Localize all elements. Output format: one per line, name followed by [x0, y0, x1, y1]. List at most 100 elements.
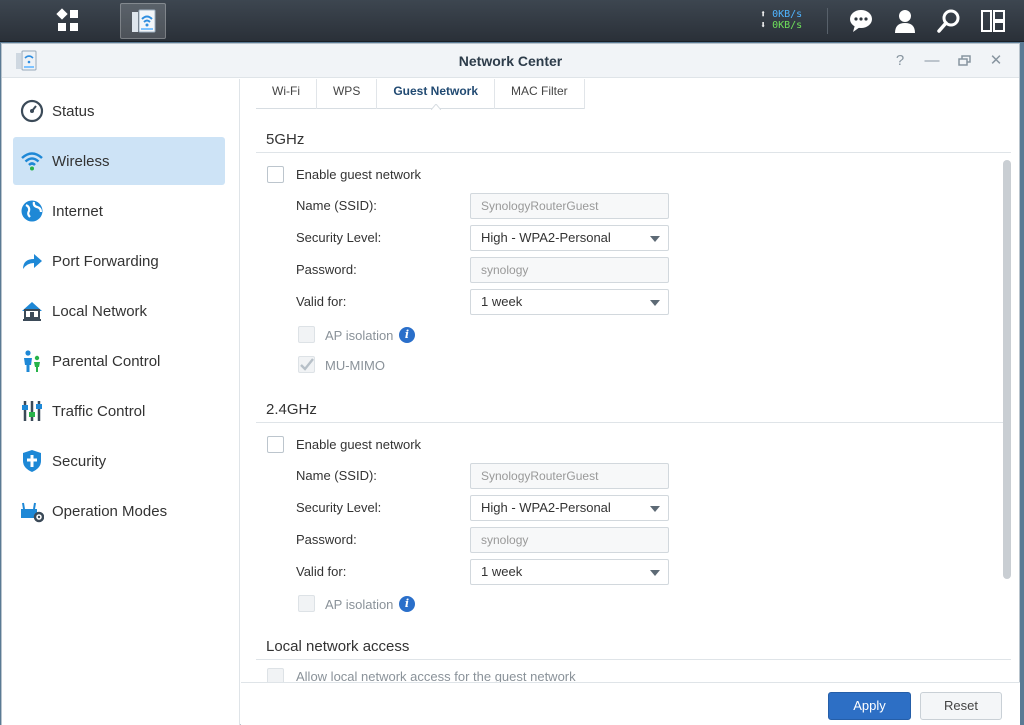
ssid-5ghz-input[interactable]: SynologyRouterGuest — [470, 193, 669, 219]
restore-button[interactable] — [955, 52, 973, 70]
network-center-taskbar-button[interactable] — [120, 3, 166, 39]
sidebar-item-wireless[interactable]: Wireless — [13, 137, 225, 185]
password-2-4ghz-input[interactable]: synology — [470, 527, 669, 553]
security-level-2-4ghz-label: Security Level: — [296, 500, 382, 515]
main-panel: Wi-Fi WPS Guest Network MAC Filter 5GHz … — [241, 79, 1020, 725]
upload-speed: 0KB/s — [772, 9, 803, 20]
home-network-icon — [20, 299, 44, 323]
mu-mimo-label: MU-MIMO — [325, 358, 385, 373]
enable-guest-network-2-4ghz-checkbox[interactable] — [267, 436, 284, 453]
footer-bar: Apply Reset — [241, 682, 1020, 725]
ap-isolation-5ghz-checkbox[interactable] — [298, 326, 315, 343]
sidebar-item-label: Wireless — [52, 152, 110, 170]
sidebar-item-label: Security — [52, 452, 107, 470]
valid-for-5ghz-select[interactable]: 1 week — [470, 289, 669, 315]
minimize-button[interactable]: — — [923, 52, 941, 70]
main-menu-button[interactable] — [41, 3, 95, 39]
ap-isolation-2-4ghz-info-icon[interactable]: i — [399, 596, 415, 612]
network-center-app-icon — [132, 9, 156, 33]
allow-local-access-checkbox[interactable] — [267, 668, 284, 682]
taskbar: ⬆ 0KB/s ⬇ 0KB/s — [0, 0, 1024, 42]
download-speed: 0KB/s — [772, 20, 803, 31]
sidebar-item-label: Traffic Control — [52, 402, 146, 420]
section-title-local-network-access: Local network access — [266, 638, 410, 655]
clipped-row: Allow local network access for the guest… — [256, 660, 1011, 682]
chat-icon — [850, 10, 872, 32]
network-speed-indicator: ⬆ 0KB/s ⬇ 0KB/s — [760, 9, 803, 31]
sidebar-item-traffic-control[interactable]: Traffic Control — [13, 387, 225, 435]
enable-guest-network-5ghz-checkbox[interactable] — [267, 166, 284, 183]
help-button[interactable]: ? — [891, 52, 909, 70]
shield-icon — [20, 449, 44, 473]
widgets-button[interactable] — [978, 6, 1008, 36]
user-icon — [895, 10, 915, 33]
tab-wifi[interactable]: Wi-Fi — [256, 79, 317, 109]
taskbar-separator — [827, 8, 828, 34]
globe-icon — [20, 199, 44, 223]
section-divider — [256, 152, 1011, 153]
tab-guest-network[interactable]: Guest Network — [377, 79, 496, 110]
reset-button[interactable]: Reset — [920, 692, 1002, 720]
window-titlebar[interactable]: Network Center ? — ✕ — [2, 44, 1019, 78]
ap-isolation-2-4ghz-label: AP isolation — [325, 597, 394, 612]
sliders-icon — [20, 399, 44, 423]
search-button[interactable] — [934, 6, 964, 36]
allow-local-access-label: Allow local network access for the guest… — [296, 669, 576, 682]
ssid-2-4ghz-label: Name (SSID): — [296, 468, 377, 483]
valid-for-2-4ghz-value: 1 week — [481, 564, 523, 579]
gauge-icon — [20, 99, 44, 123]
restore-icon — [958, 55, 971, 66]
search-icon — [937, 9, 960, 33]
chevron-down-icon — [650, 506, 660, 512]
section-title-5ghz: 5GHz — [266, 131, 305, 148]
widgets-icon — [981, 10, 1005, 32]
tab-label: Guest Network — [393, 84, 479, 98]
ap-isolation-5ghz-label: AP isolation — [325, 328, 394, 343]
window-title: Network Center — [458, 53, 563, 69]
security-level-2-4ghz-select[interactable]: High - WPA2-Personal — [470, 495, 669, 521]
ap-isolation-5ghz-info-icon[interactable]: i — [399, 327, 415, 343]
scrollbar[interactable] — [1003, 160, 1011, 579]
tab-wps[interactable]: WPS — [317, 79, 378, 109]
sidebar-item-port-forwarding[interactable]: Port Forwarding — [13, 237, 225, 285]
sidebar-item-internet[interactable]: Internet — [13, 187, 225, 235]
security-level-5ghz-value: High - WPA2-Personal — [481, 230, 611, 245]
ssid-5ghz-label: Name (SSID): — [296, 198, 377, 213]
password-5ghz-label: Password: — [296, 262, 357, 277]
sidebar-item-local-network[interactable]: Local Network — [13, 287, 225, 335]
sidebar-item-parental-control[interactable]: Parental Control — [13, 337, 225, 385]
sidebar-item-label: Parental Control — [52, 352, 161, 370]
minimize-icon: — — [924, 52, 940, 69]
sidebar-item-label: Local Network — [52, 302, 148, 320]
ap-isolation-2-4ghz-checkbox[interactable] — [298, 595, 315, 612]
arrow-forward-icon — [20, 249, 44, 273]
help-icon: ? — [895, 52, 905, 69]
valid-for-2-4ghz-select[interactable]: 1 week — [470, 559, 669, 585]
sidebar-item-security[interactable]: Security — [13, 437, 225, 485]
network-center-window: Network Center ? — ✕ Status Wireless Int… — [1, 43, 1020, 725]
sidebar-item-label: Status — [52, 102, 95, 120]
sidebar-item-label: Port Forwarding — [52, 252, 159, 270]
tab-bar: Wi-Fi WPS Guest Network MAC Filter — [256, 79, 585, 110]
close-button[interactable]: ✕ — [987, 52, 1005, 70]
sidebar-item-label: Internet — [52, 202, 103, 220]
family-icon — [20, 349, 44, 373]
tab-mac-filter[interactable]: MAC Filter — [495, 79, 585, 109]
password-5ghz-input[interactable]: synology — [470, 257, 669, 283]
sidebar-item-operation-modes[interactable]: Operation Modes — [13, 487, 225, 535]
sidebar: Status Wireless Internet Port Forwarding… — [2, 79, 240, 725]
user-button[interactable] — [890, 6, 920, 36]
sidebar-item-status[interactable]: Status — [13, 87, 225, 135]
security-level-5ghz-label: Security Level: — [296, 230, 382, 245]
chat-button[interactable] — [846, 6, 876, 36]
section-divider — [256, 422, 1011, 423]
security-level-5ghz-select[interactable]: High - WPA2-Personal — [470, 225, 669, 251]
apply-button[interactable]: Apply — [828, 692, 911, 720]
main-menu-icon — [56, 8, 78, 31]
active-tab-caret-icon — [430, 104, 441, 110]
ssid-2-4ghz-input[interactable]: SynologyRouterGuest — [470, 463, 669, 489]
sidebar-item-label: Operation Modes — [52, 502, 168, 520]
mu-mimo-checkbox[interactable] — [298, 356, 315, 373]
enable-guest-network-2-4ghz-label: Enable guest network — [296, 437, 422, 452]
enable-guest-network-5ghz-label: Enable guest network — [296, 167, 422, 182]
